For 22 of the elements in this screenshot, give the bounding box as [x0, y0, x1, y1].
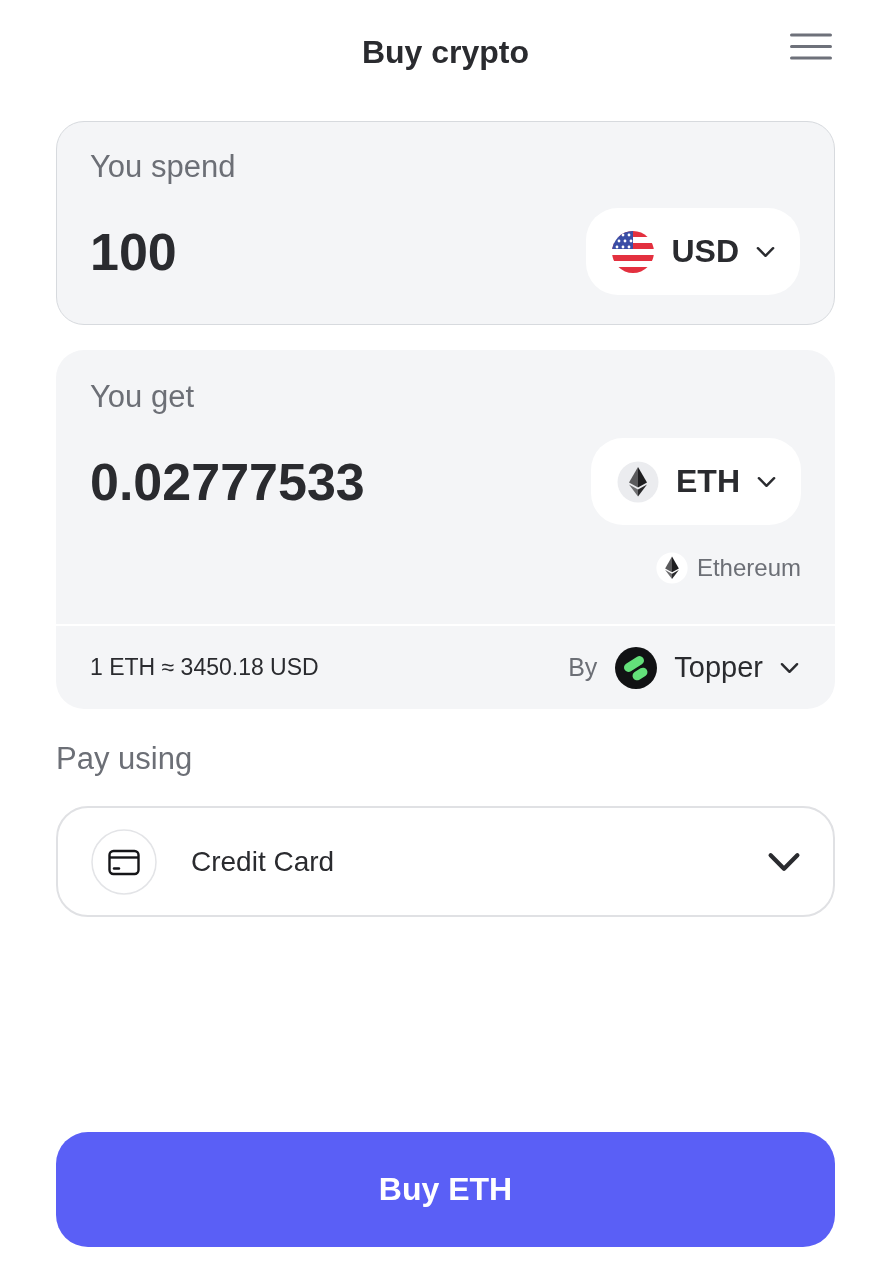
provider-selector[interactable]: Topper — [615, 646, 799, 689]
chevron-icon — [756, 245, 775, 258]
network-name: Ethereum — [696, 553, 801, 583]
buy-button[interactable]: Buy ETH — [56, 1132, 835, 1247]
amount-input[interactable]: 100 — [90, 221, 390, 282]
receive-label: You get — [90, 379, 196, 415]
credit-card-icon — [91, 828, 157, 895]
pill-logo-icon — [615, 646, 658, 689]
received-amount: 0.02777533 — [90, 451, 365, 512]
spend-label: You spend — [90, 149, 237, 185]
chevron-icon — [780, 661, 799, 674]
payment-method-dropdown[interactable]: Credit Card — [56, 806, 835, 917]
chevron-icon — [767, 851, 801, 872]
by-label: By — [568, 653, 598, 682]
pay-label: Pay using — [56, 741, 194, 777]
menu-icon[interactable] — [790, 33, 832, 60]
page-title: Buy crypto — [361, 33, 530, 71]
flag-icon — [612, 230, 655, 273]
chevron-icon — [757, 475, 776, 488]
currency-selector[interactable]: USD — [586, 208, 800, 295]
exchange-rate: 1 ETH ≈ 3450.18 USD — [90, 654, 320, 681]
token-selector[interactable]: ETH — [591, 438, 801, 525]
